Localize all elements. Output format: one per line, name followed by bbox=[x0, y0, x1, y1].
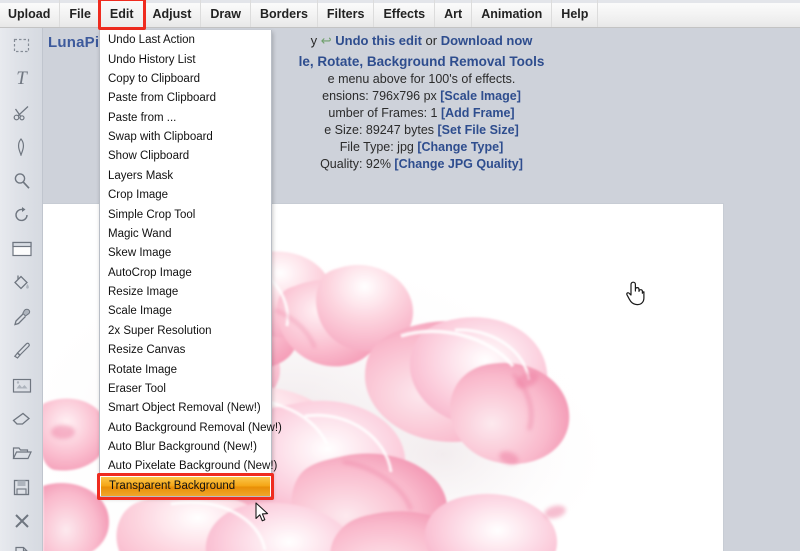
menu-filters[interactable]: Filters bbox=[318, 0, 375, 27]
menuitem-rotate-image[interactable]: Rotate Image bbox=[100, 360, 271, 379]
eraser-icon[interactable] bbox=[0, 402, 43, 436]
menuitem-show-clipboard[interactable]: Show Clipboard bbox=[100, 147, 271, 166]
menu-help[interactable]: Help bbox=[552, 0, 599, 27]
scale-image-link[interactable]: [Scale Image] bbox=[440, 89, 521, 103]
undo-this-edit-link[interactable]: Undo this edit bbox=[335, 33, 422, 48]
menu-upload[interactable]: Upload bbox=[0, 0, 61, 27]
menu-borders[interactable]: Borders bbox=[251, 0, 318, 27]
undo-arrow-icon: ↩ bbox=[320, 33, 332, 48]
filesize-label: e Size: 89247 bytes bbox=[324, 123, 438, 137]
change-jpg-quality-link[interactable]: [Change JPG Quality] bbox=[394, 157, 523, 171]
undo-prefix: y bbox=[310, 33, 318, 48]
menuitem-transparent-background[interactable]: Transparent Background bbox=[97, 472, 274, 501]
menuitem-simple-crop-tool[interactable]: Simple Crop Tool bbox=[100, 205, 271, 224]
menuitem-eraser-tool[interactable]: Eraser Tool bbox=[100, 380, 271, 399]
menu-adjust[interactable]: Adjust bbox=[144, 0, 202, 27]
marquee-select-icon[interactable] bbox=[0, 28, 43, 62]
mouse-cursor-arrow bbox=[255, 502, 271, 529]
menuitem-autocrop-image[interactable]: AutoCrop Image bbox=[100, 264, 271, 283]
shape-rectangle-icon[interactable] bbox=[0, 232, 43, 266]
or-text: or bbox=[421, 33, 441, 48]
edit-dropdown-menu: Undo Last Action Undo History List Copy … bbox=[97, 30, 282, 501]
filetype-label: File Type: jpg bbox=[339, 140, 418, 154]
menuitem-layers-mask[interactable]: Layers Mask bbox=[100, 167, 271, 186]
menuitem-undo-last-action[interactable]: Undo Last Action bbox=[100, 31, 271, 50]
mouse-cursor-pointing-hand bbox=[625, 280, 645, 311]
menu-edit[interactable]: Edit bbox=[97, 0, 146, 30]
add-frame-link[interactable]: [Add Frame] bbox=[441, 106, 515, 120]
menuitem-swap-with-clipboard[interactable]: Swap with Clipboard bbox=[100, 128, 271, 147]
menuitem-crop-image[interactable]: Crop Image bbox=[100, 186, 271, 205]
menu-file[interactable]: File bbox=[60, 0, 101, 27]
menuitem-skew-image[interactable]: Skew Image bbox=[100, 244, 271, 263]
open-folder-icon[interactable] bbox=[0, 436, 43, 470]
frames-label: umber of Frames: 1 bbox=[328, 106, 441, 120]
folder-image-icon[interactable] bbox=[0, 368, 43, 402]
brush-icon[interactable] bbox=[0, 334, 43, 368]
save-icon[interactable] bbox=[0, 470, 43, 504]
download-now-link[interactable]: Download now bbox=[441, 33, 533, 48]
change-type-link[interactable]: [Change Type] bbox=[417, 140, 503, 154]
menuitem-resize-image[interactable]: Resize Image bbox=[100, 283, 271, 302]
new-file-icon[interactable] bbox=[0, 538, 43, 551]
menuitem-paste-from-clipboard[interactable]: Paste from Clipboard bbox=[100, 89, 271, 108]
menuitem-auto-pixelate-background[interactable]: Auto Pixelate Background (New!) bbox=[100, 457, 277, 476]
menu-animation[interactable]: Animation bbox=[472, 0, 553, 27]
menu-draw[interactable]: Draw bbox=[201, 0, 251, 27]
dimensions-label: ensions: 796x796 px bbox=[322, 89, 441, 103]
menu-effects[interactable]: Effects bbox=[374, 0, 436, 27]
menuitem-scale-image[interactable]: Scale Image bbox=[100, 302, 271, 321]
close-x-icon[interactable] bbox=[0, 504, 43, 538]
quality-label: Quality: 92% bbox=[320, 157, 395, 171]
menuitem-undo-history-list[interactable]: Undo History List bbox=[100, 50, 271, 69]
eyedropper-icon[interactable] bbox=[0, 300, 43, 334]
pen-icon[interactable] bbox=[0, 130, 43, 164]
left-toolbar: T bbox=[0, 28, 43, 551]
menuitem-smart-object-removal[interactable]: Smart Object Removal (New!) bbox=[100, 399, 271, 418]
scissors-icon[interactable] bbox=[0, 96, 43, 130]
rotate-icon[interactable] bbox=[0, 198, 43, 232]
menuitem-copy-to-clipboard[interactable]: Copy to Clipboard bbox=[100, 70, 271, 89]
menuitem-auto-blur-background[interactable]: Auto Blur Background (New!) bbox=[100, 438, 271, 457]
menuitem-2x-super-resolution[interactable]: 2x Super Resolution bbox=[100, 322, 271, 341]
menuitem-auto-background-removal[interactable]: Auto Background Removal (New!) bbox=[100, 419, 282, 438]
menuitem-paste-from[interactable]: Paste from ... bbox=[100, 109, 271, 128]
set-file-size-link[interactable]: [Set File Size] bbox=[438, 123, 519, 137]
menuitem-magic-wand[interactable]: Magic Wand bbox=[100, 225, 271, 244]
text-icon[interactable]: T bbox=[0, 62, 43, 96]
menuitem-resize-canvas[interactable]: Resize Canvas bbox=[100, 341, 271, 360]
menubar-filler bbox=[598, 0, 800, 27]
magnifier-icon[interactable] bbox=[0, 164, 43, 198]
paint-bucket-icon[interactable] bbox=[0, 266, 43, 300]
menu-art[interactable]: Art bbox=[435, 0, 473, 27]
main-menubar: Upload File Edit Adjust Draw Borders Fil… bbox=[0, 0, 800, 30]
